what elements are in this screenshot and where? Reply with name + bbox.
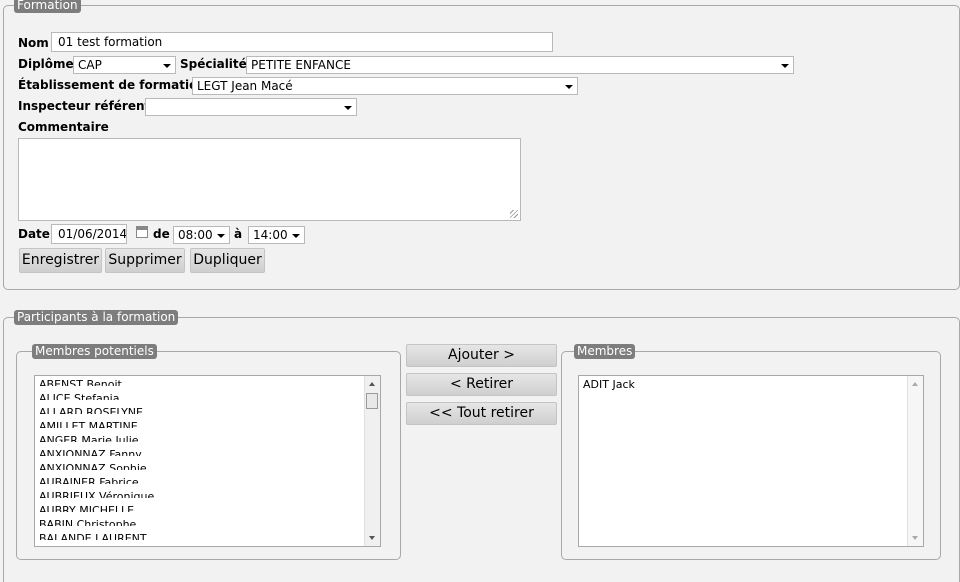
potentiels-fieldset: Membres potentiels ABENST Benoit ALICE St… — [16, 344, 401, 560]
potentiels-legend: Membres potentiels — [32, 344, 157, 359]
ajouter-button[interactable]: Ajouter > — [406, 344, 557, 367]
etablissement-label: Établissement de formation — [18, 78, 206, 92]
list-item[interactable]: AUBRY MICHELLE — [39, 504, 134, 512]
chevron-down-icon — [781, 64, 789, 68]
nom-input[interactable]: 01 test formation — [51, 32, 553, 52]
participants-legend: Participants à la formation — [14, 310, 179, 325]
a-label: à — [234, 227, 243, 241]
formation-fieldset: Formation Nom 01 test formation Diplôme … — [3, 0, 960, 290]
formation-legend: Formation — [14, 0, 81, 13]
nom-label: Nom — [18, 36, 49, 50]
list-item[interactable]: AUBAINER Fabrice — [39, 476, 139, 484]
chevron-down-icon — [292, 234, 300, 238]
supprimer-button[interactable]: Supprimer — [105, 248, 185, 273]
commentaire-label: Commentaire — [18, 120, 109, 134]
list-item[interactable]: ALLARD ROSELYNE — [39, 406, 143, 414]
diplome-value: CAP — [78, 58, 102, 72]
list-item[interactable]: ANXIONNAZ Fanny — [39, 448, 142, 456]
commentaire-textarea[interactable] — [18, 138, 521, 221]
chevron-down-icon — [344, 106, 352, 110]
list-item[interactable]: AUBRIEUX Véronique — [39, 490, 154, 498]
list-item[interactable]: BABIN Christophe — [39, 518, 136, 526]
date-label: Date — [18, 227, 50, 241]
dupliquer-button[interactable]: Dupliquer — [190, 248, 265, 273]
heure-fin-value: 14:00 — [253, 228, 288, 242]
list-item[interactable]: ABENST Benoit — [39, 378, 122, 386]
list-item[interactable]: ALICE Stefania — [39, 392, 119, 400]
membres-fieldset: Membres ADIT Jack — [561, 344, 941, 560]
chevron-down-icon — [163, 64, 171, 68]
scroll-down-icon[interactable] — [369, 536, 375, 540]
potentiels-scrollbar[interactable] — [364, 376, 380, 546]
diplome-label: Diplôme — [18, 57, 74, 71]
membres-listbox[interactable]: ADIT Jack — [578, 375, 924, 547]
etablissement-value: LEGT Jean Macé — [197, 79, 293, 93]
scroll-thumb[interactable] — [366, 393, 378, 409]
resize-handle-icon[interactable] — [510, 210, 518, 218]
list-item[interactable]: ANGER Marie Julie — [39, 434, 139, 442]
de-label: de — [153, 227, 170, 241]
heure-debut-select[interactable]: 08:00 — [173, 226, 230, 244]
scroll-up-icon[interactable] — [369, 382, 375, 386]
scroll-down-icon[interactable] — [912, 536, 918, 540]
date-input[interactable]: 01/06/2014 — [51, 224, 127, 244]
retirer-button[interactable]: < Retirer — [406, 373, 557, 396]
specialite-value: PETITE ENFANCE — [251, 58, 351, 72]
scroll-up-icon[interactable] — [912, 382, 918, 386]
potentiels-listbox[interactable]: ABENST Benoit ALICE Stefania ALLARD ROSELY… — [34, 375, 381, 547]
specialite-select[interactable]: PETITE ENFANCE — [246, 56, 794, 74]
membres-scrollbar[interactable] — [907, 376, 923, 546]
membres-legend: Membres — [574, 344, 636, 359]
specialite-label: Spécialité — [180, 57, 247, 71]
chevron-down-icon — [217, 234, 225, 238]
inspecteur-select[interactable] — [145, 98, 357, 116]
participants-fieldset: Participants à la formation Membres pote… — [3, 310, 960, 582]
heure-debut-value: 08:00 — [178, 228, 213, 242]
calendar-icon[interactable] — [136, 226, 148, 238]
list-item[interactable]: ADIT Jack — [583, 378, 635, 391]
list-item[interactable]: ANXIONNAZ Sophie — [39, 462, 147, 470]
chevron-down-icon — [565, 85, 573, 89]
tout-retirer-button[interactable]: << Tout retirer — [406, 402, 557, 425]
list-item[interactable]: AMILLET MARTINE — [39, 420, 138, 428]
diplome-select[interactable]: CAP — [73, 56, 176, 74]
inspecteur-label: Inspecteur référent — [18, 99, 151, 113]
heure-fin-select[interactable]: 14:00 — [248, 226, 305, 244]
etablissement-select[interactable]: LEGT Jean Macé — [192, 77, 578, 95]
list-item[interactable]: BALANDE LAURENT — [39, 532, 147, 540]
enregistrer-button[interactable]: Enregistrer — [19, 248, 102, 273]
